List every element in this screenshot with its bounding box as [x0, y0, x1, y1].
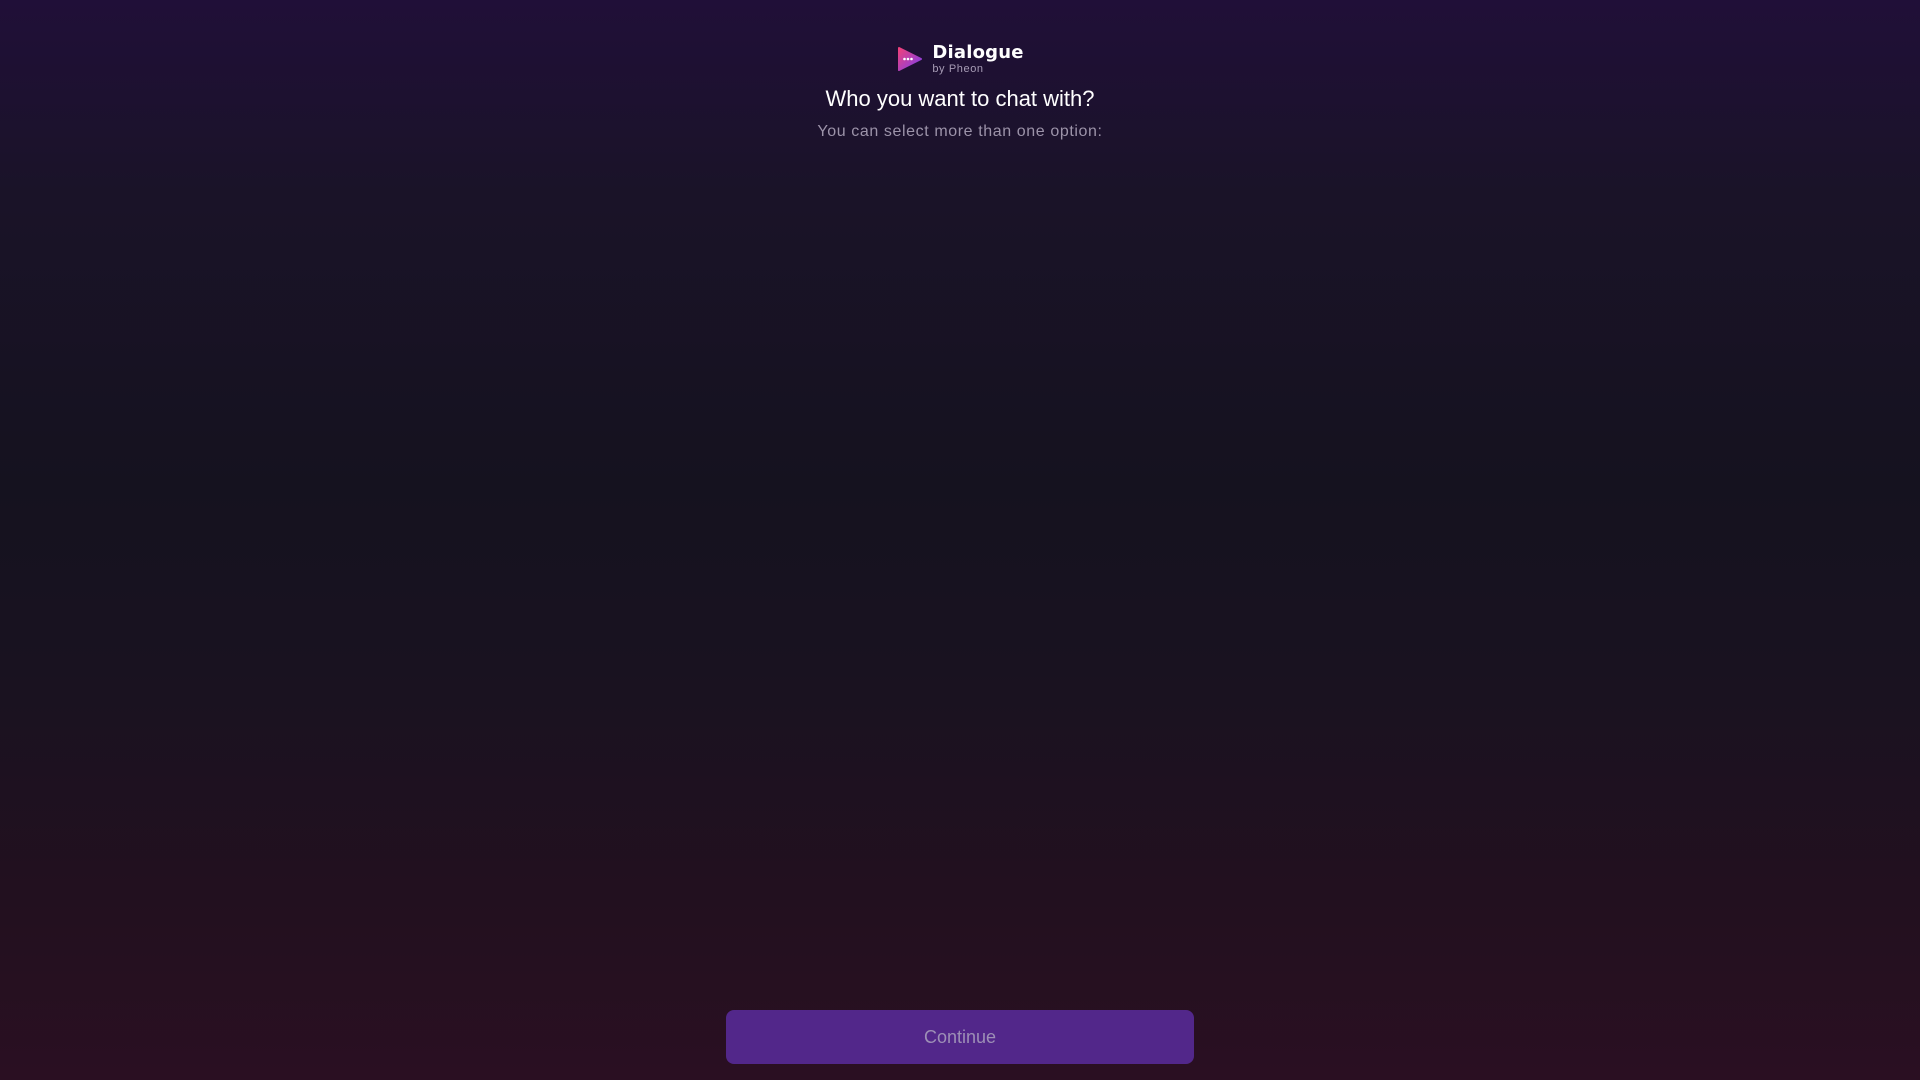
play-chat-icon: [898, 47, 923, 71]
app-name: Dialogue: [932, 41, 1024, 63]
page-title: Who you want to chat with?: [825, 86, 1095, 111]
app-byline: by Pheon: [932, 62, 984, 75]
continue-button[interactable]: Continue: [726, 1010, 1194, 1064]
onboarding-header: Dialogue by Pheon Who you want to chat w…: [0, 0, 1920, 142]
page-subtitle: You can select more than one option:: [817, 123, 1103, 140]
logo-wordmark: Dialogue by Pheon: [932, 41, 1024, 75]
app-logo: Dialogue by Pheon: [896, 42, 1023, 76]
